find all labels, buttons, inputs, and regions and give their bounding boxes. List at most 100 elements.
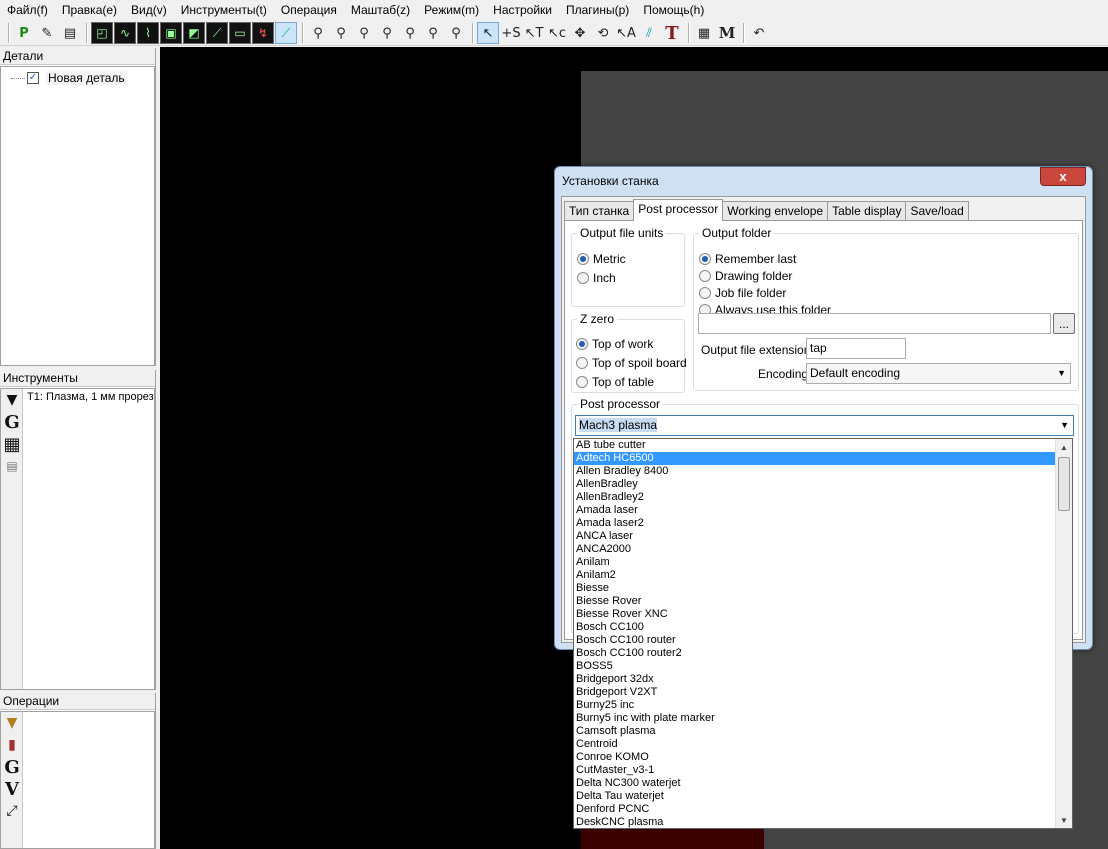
- list-item[interactable]: Biesse: [574, 582, 1056, 595]
- pin-v-icon[interactable]: ⚲: [399, 22, 421, 44]
- select-curve-icon[interactable]: ↖c: [546, 22, 568, 44]
- list-item[interactable]: Delta NC300 waterjet: [574, 777, 1056, 790]
- list-item[interactable]: Centroid: [574, 738, 1056, 751]
- tree-item-part[interactable]: ✓ Новая деталь: [11, 71, 127, 85]
- view-curve-icon[interactable]: ∿: [114, 22, 136, 44]
- view-tool-icon[interactable]: ⟋: [275, 22, 297, 44]
- list-item[interactable]: AB tube cutter: [574, 439, 1056, 452]
- pin-w-icon[interactable]: ⚲: [445, 22, 467, 44]
- view-trace-icon[interactable]: ↯: [252, 22, 274, 44]
- list-icon[interactable]: ▤: [1, 455, 23, 477]
- torch-icon[interactable]: ▼: [1, 389, 23, 411]
- list-item[interactable]: ANCA laser: [574, 530, 1056, 543]
- menu-plugins[interactable]: Плагины(p): [559, 0, 636, 21]
- menu-scale[interactable]: Маштаб(z): [344, 0, 417, 21]
- rotate-icon[interactable]: ⟲: [592, 22, 614, 44]
- list-item[interactable]: Denford PCNC: [574, 803, 1056, 816]
- view-diagonal-icon[interactable]: ◩: [183, 22, 205, 44]
- radio-top-of-work-dot[interactable]: [576, 338, 588, 350]
- list-item[interactable]: Allen Bradley 8400: [574, 465, 1056, 478]
- scroll-up-icon[interactable]: ▲: [1056, 439, 1072, 455]
- menu-help[interactable]: Помощь(h): [636, 0, 711, 21]
- list-item[interactable]: Amada laser2: [574, 517, 1056, 530]
- view-window-icon[interactable]: ▭: [229, 22, 251, 44]
- list-item[interactable]: Bridgeport 32dx: [574, 673, 1056, 686]
- list-item[interactable]: Biesse Rover XNC: [574, 608, 1056, 621]
- gcode-op-icon[interactable]: G: [1, 756, 23, 778]
- list-item[interactable]: Delta Tau waterjet: [574, 790, 1056, 803]
- pin-o-icon[interactable]: ⚲: [422, 22, 444, 44]
- radio-remember-last-dot[interactable]: [699, 253, 711, 265]
- gcode-icon[interactable]: G: [1, 411, 23, 433]
- list-item[interactable]: Biesse Rover: [574, 595, 1056, 608]
- radio-top-of-table-dot[interactable]: [576, 376, 588, 388]
- list-item[interactable]: Bosch CC100: [574, 621, 1056, 634]
- view-slash-icon[interactable]: ⟋: [206, 22, 228, 44]
- list-item[interactable]: AllenBradley2: [574, 491, 1056, 504]
- list-item[interactable]: Conroe KOMO: [574, 751, 1056, 764]
- list-item[interactable]: DeskCNC plasma: [574, 816, 1056, 828]
- undo-icon[interactable]: ↶: [748, 22, 770, 44]
- close-button[interactable]: x: [1040, 167, 1086, 186]
- table-icon[interactable]: ▦: [1, 433, 23, 455]
- move-icon[interactable]: ✥: [569, 22, 591, 44]
- tab-machine-type[interactable]: Тип станка: [564, 201, 635, 220]
- program-icon[interactable]: P: [13, 22, 35, 44]
- tab-save-load[interactable]: Save/load: [905, 201, 969, 220]
- list-item[interactable]: BOSS5: [574, 660, 1056, 673]
- radio-remember-last[interactable]: Remember last: [699, 252, 796, 266]
- line-op-icon[interactable]: ⤢: [1, 800, 23, 822]
- drill-op-icon[interactable]: ▮: [1, 734, 23, 756]
- menu-mode[interactable]: Режим(m): [417, 0, 486, 21]
- list-item[interactable]: AllenBradley: [574, 478, 1056, 491]
- radio-metric[interactable]: Metric: [577, 252, 626, 266]
- list-item[interactable]: Burny5 inc with plate marker: [574, 712, 1056, 725]
- pin-down-icon[interactable]: ⚲: [330, 22, 352, 44]
- tab-post-processor[interactable]: Post processor: [633, 199, 724, 221]
- list-item[interactable]: Anilam: [574, 556, 1056, 569]
- text-icon[interactable]: T: [661, 22, 683, 44]
- radio-metric-dot[interactable]: [577, 253, 589, 265]
- menu-edit[interactable]: Правка(e): [55, 0, 124, 21]
- print-icon[interactable]: ▤: [59, 22, 81, 44]
- cut-op-icon[interactable]: ▼: [1, 712, 23, 734]
- tool-item[interactable]: T1: Плазма, 1 мм прорез: [27, 391, 154, 403]
- select-text-icon[interactable]: ↖T: [523, 22, 545, 44]
- edit-icon[interactable]: ✎: [36, 22, 58, 44]
- pin-icon[interactable]: ⚲: [307, 22, 329, 44]
- view-path-icon[interactable]: ⌇: [137, 22, 159, 44]
- extension-input[interactable]: tap: [806, 338, 906, 359]
- browse-button[interactable]: ...: [1053, 313, 1075, 334]
- dropdown-scrollbar[interactable]: ▲ ▼: [1055, 439, 1072, 828]
- scroll-thumb[interactable]: [1058, 457, 1070, 511]
- list-item[interactable]: CutMaster_v3-1: [574, 764, 1056, 777]
- menu-view[interactable]: Вид(v): [124, 0, 174, 21]
- list-item[interactable]: ANCA2000: [574, 543, 1056, 556]
- list-item[interactable]: Anilam2: [574, 569, 1056, 582]
- list-item-selected[interactable]: Adtech HC6500: [574, 452, 1056, 465]
- align-icon[interactable]: ↖A: [615, 22, 637, 44]
- list-item[interactable]: Bridgeport V2XT: [574, 686, 1056, 699]
- radio-inch[interactable]: Inch: [577, 271, 616, 285]
- slash-icon[interactable]: ⫽: [638, 22, 660, 44]
- list-item[interactable]: Amada laser: [574, 504, 1056, 517]
- pin-p-icon[interactable]: ⚲: [353, 22, 375, 44]
- part-checkbox[interactable]: ✓: [27, 72, 39, 84]
- radio-top-of-work[interactable]: Top of work: [576, 337, 653, 351]
- menu-tools[interactable]: Инструменты(t): [174, 0, 274, 21]
- list-item[interactable]: Bosch CC100 router2: [574, 647, 1056, 660]
- add-start-icon[interactable]: +S: [500, 22, 522, 44]
- radio-spoil-board[interactable]: Top of spoil board: [576, 356, 687, 370]
- list-item[interactable]: Camsoft plasma: [574, 725, 1056, 738]
- radio-top-of-table[interactable]: Top of table: [576, 375, 654, 389]
- post-processor-select[interactable]: Mach3 plasma ▼: [575, 415, 1074, 436]
- radio-inch-dot[interactable]: [577, 272, 589, 284]
- list-item[interactable]: Burny25 inc: [574, 699, 1056, 712]
- macro-icon[interactable]: M: [716, 22, 738, 44]
- tab-table-display[interactable]: Table display: [827, 201, 907, 220]
- tab-working-envelope[interactable]: Working envelope: [722, 201, 829, 220]
- list-item[interactable]: Bosch CC100 router: [574, 634, 1056, 647]
- radio-spoil-board-dot[interactable]: [576, 357, 588, 369]
- scroll-down-icon[interactable]: ▼: [1056, 812, 1072, 828]
- post-processor-dropdown[interactable]: AB tube cutter Adtech HC6500 Allen Bradl…: [573, 438, 1073, 829]
